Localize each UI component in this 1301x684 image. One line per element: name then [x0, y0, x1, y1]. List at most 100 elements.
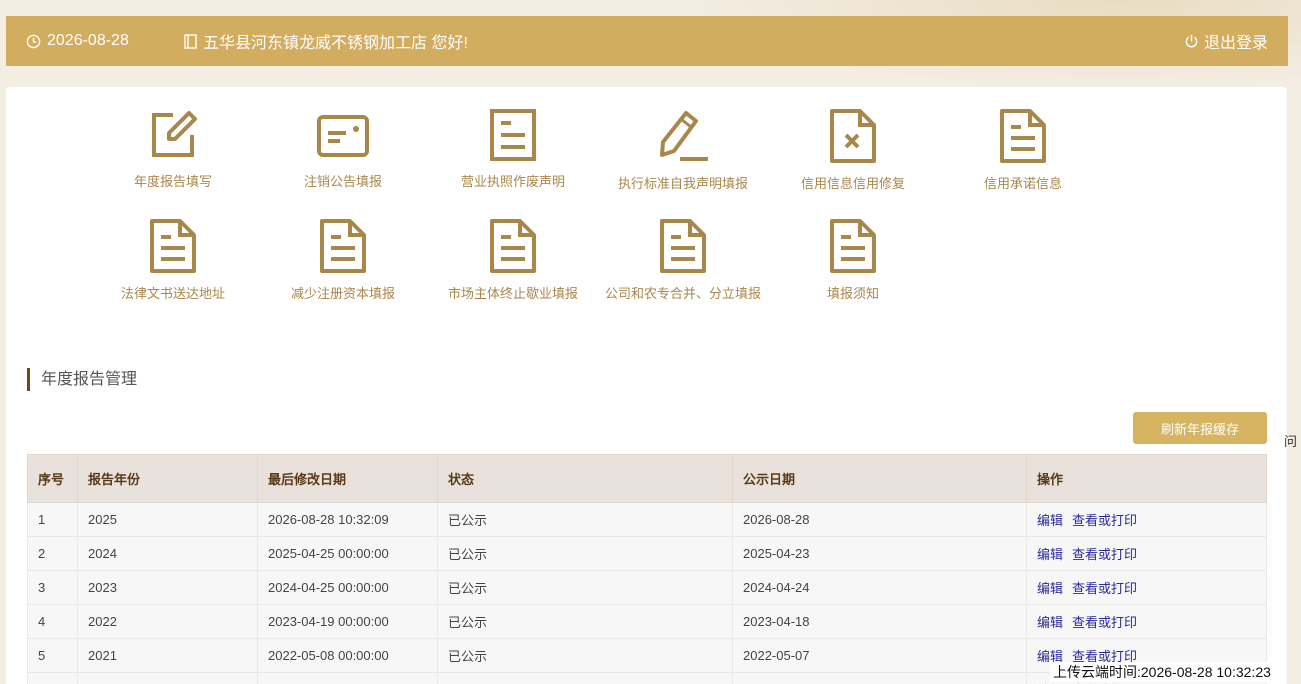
tile-label: 法律文书送达地址 — [120, 286, 225, 301]
cell-index: 5 — [27, 638, 78, 673]
cell-status: 已公示 — [437, 570, 733, 605]
cell-status: 已公示 — [437, 672, 733, 684]
table-row: 2 2024 2025-04-25 00:00:00 已公示 2025-04-2… — [27, 536, 1267, 571]
file-icon — [320, 219, 366, 273]
cell-modified: 2026-08-28 10:32:09 — [257, 502, 438, 537]
cell-publish-date — [732, 672, 1027, 684]
cell-publish-date: 2023-04-18 — [732, 604, 1027, 639]
power-icon — [1185, 34, 1198, 47]
pencil-icon — [660, 111, 708, 161]
tile-license-void[interactable]: 营业执照作废声明 — [428, 109, 598, 190]
edit-link[interactable]: 编辑 — [1037, 581, 1063, 596]
cell-actions: 编辑查看或打印 — [1026, 502, 1267, 537]
top-bar: 2026-08-28 五华县河东镇龙威不锈钢加工店 您好! 退出登录 — [6, 16, 1288, 66]
edit-link[interactable]: 编辑 — [1037, 547, 1063, 562]
table-header-row: 序号 报告年份 最后修改日期 状态 公示日期 操作 — [27, 454, 1267, 503]
date-display: 2026-08-28 — [26, 32, 129, 50]
main-panel: 年度报告填写 注销公告填报 营业执照作废声明 执行标准自我声明填报 信用信息信用… — [6, 87, 1287, 684]
tile-merger-division[interactable]: 公司和农专合并、分立填报 — [598, 219, 768, 302]
cell-index: 4 — [27, 604, 78, 639]
logout-button[interactable]: 退出登录 — [1184, 29, 1268, 53]
book-icon — [184, 33, 197, 49]
cell-modified: 2022-05-08 00:00:00 — [257, 638, 438, 673]
table-row: 3 2023 2024-04-25 00:00:00 已公示 2024-04-2… — [27, 570, 1267, 605]
cell-status: 已公示 — [437, 638, 733, 673]
tile-label: 年度报告填写 — [133, 174, 212, 189]
view-print-link[interactable]: 查看或打印 — [1072, 615, 1137, 630]
tile-label: 信用信息信用修复 — [800, 176, 905, 191]
document-icon — [490, 109, 536, 161]
file-icon — [1000, 109, 1046, 163]
cell-year: 2025 — [77, 502, 258, 537]
cell-year: 2023 — [77, 570, 258, 605]
card-icon — [317, 115, 369, 157]
refresh-cache-button[interactable]: 刷新年报缓存 — [1133, 412, 1267, 444]
tile-label: 注销公告填报 — [303, 174, 382, 189]
tile-label: 市场主体终止歇业填报 — [447, 286, 578, 301]
section-title: 年度报告管理 — [27, 368, 137, 391]
annual-report-table: 序号 报告年份 最后修改日期 状态 公示日期 操作 1 2025 2026-08… — [27, 454, 1267, 684]
tile-capital-reduction[interactable]: 减少注册资本填报 — [258, 219, 428, 302]
cell-status: 已公示 — [437, 502, 733, 537]
cell-year: 2022 — [77, 604, 258, 639]
cell-index: 2 — [27, 536, 78, 571]
cell-actions: 编辑查看或打印 — [1026, 536, 1267, 571]
cell-modified: 2025-04-25 00:00:00 — [257, 536, 438, 571]
logout-label: 退出登录 — [1203, 35, 1268, 52]
cell-publish-date: 2022-05-07 — [732, 638, 1027, 673]
cell-year: 2024 — [77, 536, 258, 571]
cell-modified — [257, 672, 438, 684]
cell-status: 已公示 — [437, 604, 733, 639]
file-icon — [660, 219, 706, 273]
tile-cancel-notice[interactable]: 注销公告填报 — [258, 109, 428, 190]
cell-publish-date: 2025-04-23 — [732, 536, 1027, 571]
file-icon — [490, 219, 536, 273]
tile-credit-repair[interactable]: 信用信息信用修复 — [768, 109, 938, 192]
col-header-index: 序号 — [27, 454, 78, 503]
cell-modified: 2023-04-19 00:00:00 — [257, 604, 438, 639]
cell-year — [77, 672, 258, 684]
greeting: 五华县河东镇龙威不锈钢加工店 您好! — [184, 29, 468, 53]
view-print-link[interactable]: 查看或打印 — [1072, 581, 1137, 596]
cell-index — [27, 672, 78, 684]
tile-filing-guide[interactable]: 填报须知 — [768, 219, 938, 302]
tile-credit-commitment[interactable]: 信用承诺信息 — [938, 109, 1108, 192]
edit-link[interactable]: 编辑 — [1037, 615, 1063, 630]
tile-label: 公司和农专合并、分立填报 — [604, 286, 761, 301]
cell-publish-date: 2026-08-28 — [732, 502, 1027, 537]
col-header-modified: 最后修改日期 — [257, 454, 438, 503]
tile-label: 执行标准自我声明填报 — [617, 176, 748, 191]
edit-link[interactable]: 编辑 — [1037, 513, 1063, 528]
clock-icon — [26, 34, 41, 48]
col-header-actions: 操作 — [1026, 454, 1267, 503]
cell-status: 已公示 — [437, 536, 733, 571]
tile-label: 填报须知 — [826, 286, 879, 301]
table-row: 1 2025 2026-08-28 10:32:09 已公示 2026-08-2… — [27, 502, 1267, 537]
tile-label: 营业执照作废声明 — [460, 174, 565, 189]
tile-label: 减少注册资本填报 — [290, 286, 395, 301]
cell-actions: 编辑查看或打印 — [1026, 604, 1267, 639]
side-help-text[interactable]: 问 — [1284, 431, 1297, 450]
view-print-link[interactable]: 查看或打印 — [1072, 513, 1137, 528]
tile-legal-address[interactable]: 法律文书送达地址 — [88, 219, 258, 302]
edit-icon — [152, 111, 197, 157]
col-header-publish-date: 公示日期 — [732, 454, 1027, 503]
tile-business-suspension[interactable]: 市场主体终止歇业填报 — [428, 219, 598, 302]
cell-publish-date: 2024-04-24 — [732, 570, 1027, 605]
file-icon — [150, 219, 196, 273]
tile-label: 信用承诺信息 — [983, 176, 1062, 191]
document-x-icon — [830, 109, 876, 163]
tile-annual-report[interactable]: 年度报告填写 — [88, 109, 258, 190]
greeting-text: 五华县河东镇龙威不锈钢加工店 您好! — [203, 35, 468, 52]
col-header-year: 报告年份 — [77, 454, 258, 503]
cell-index: 3 — [27, 570, 78, 605]
date-text: 2026-08-28 — [47, 32, 129, 49]
cell-index: 1 — [27, 502, 78, 537]
cell-year: 2021 — [77, 638, 258, 673]
cell-modified: 2024-04-25 00:00:00 — [257, 570, 438, 605]
file-icon — [830, 219, 876, 273]
upload-time: 上传云端时间:2026-08-28 10:32:23 — [1050, 662, 1274, 682]
tile-standard-declaration[interactable]: 执行标准自我声明填报 — [598, 109, 768, 192]
col-header-status: 状态 — [437, 454, 733, 503]
view-print-link[interactable]: 查看或打印 — [1072, 547, 1137, 562]
